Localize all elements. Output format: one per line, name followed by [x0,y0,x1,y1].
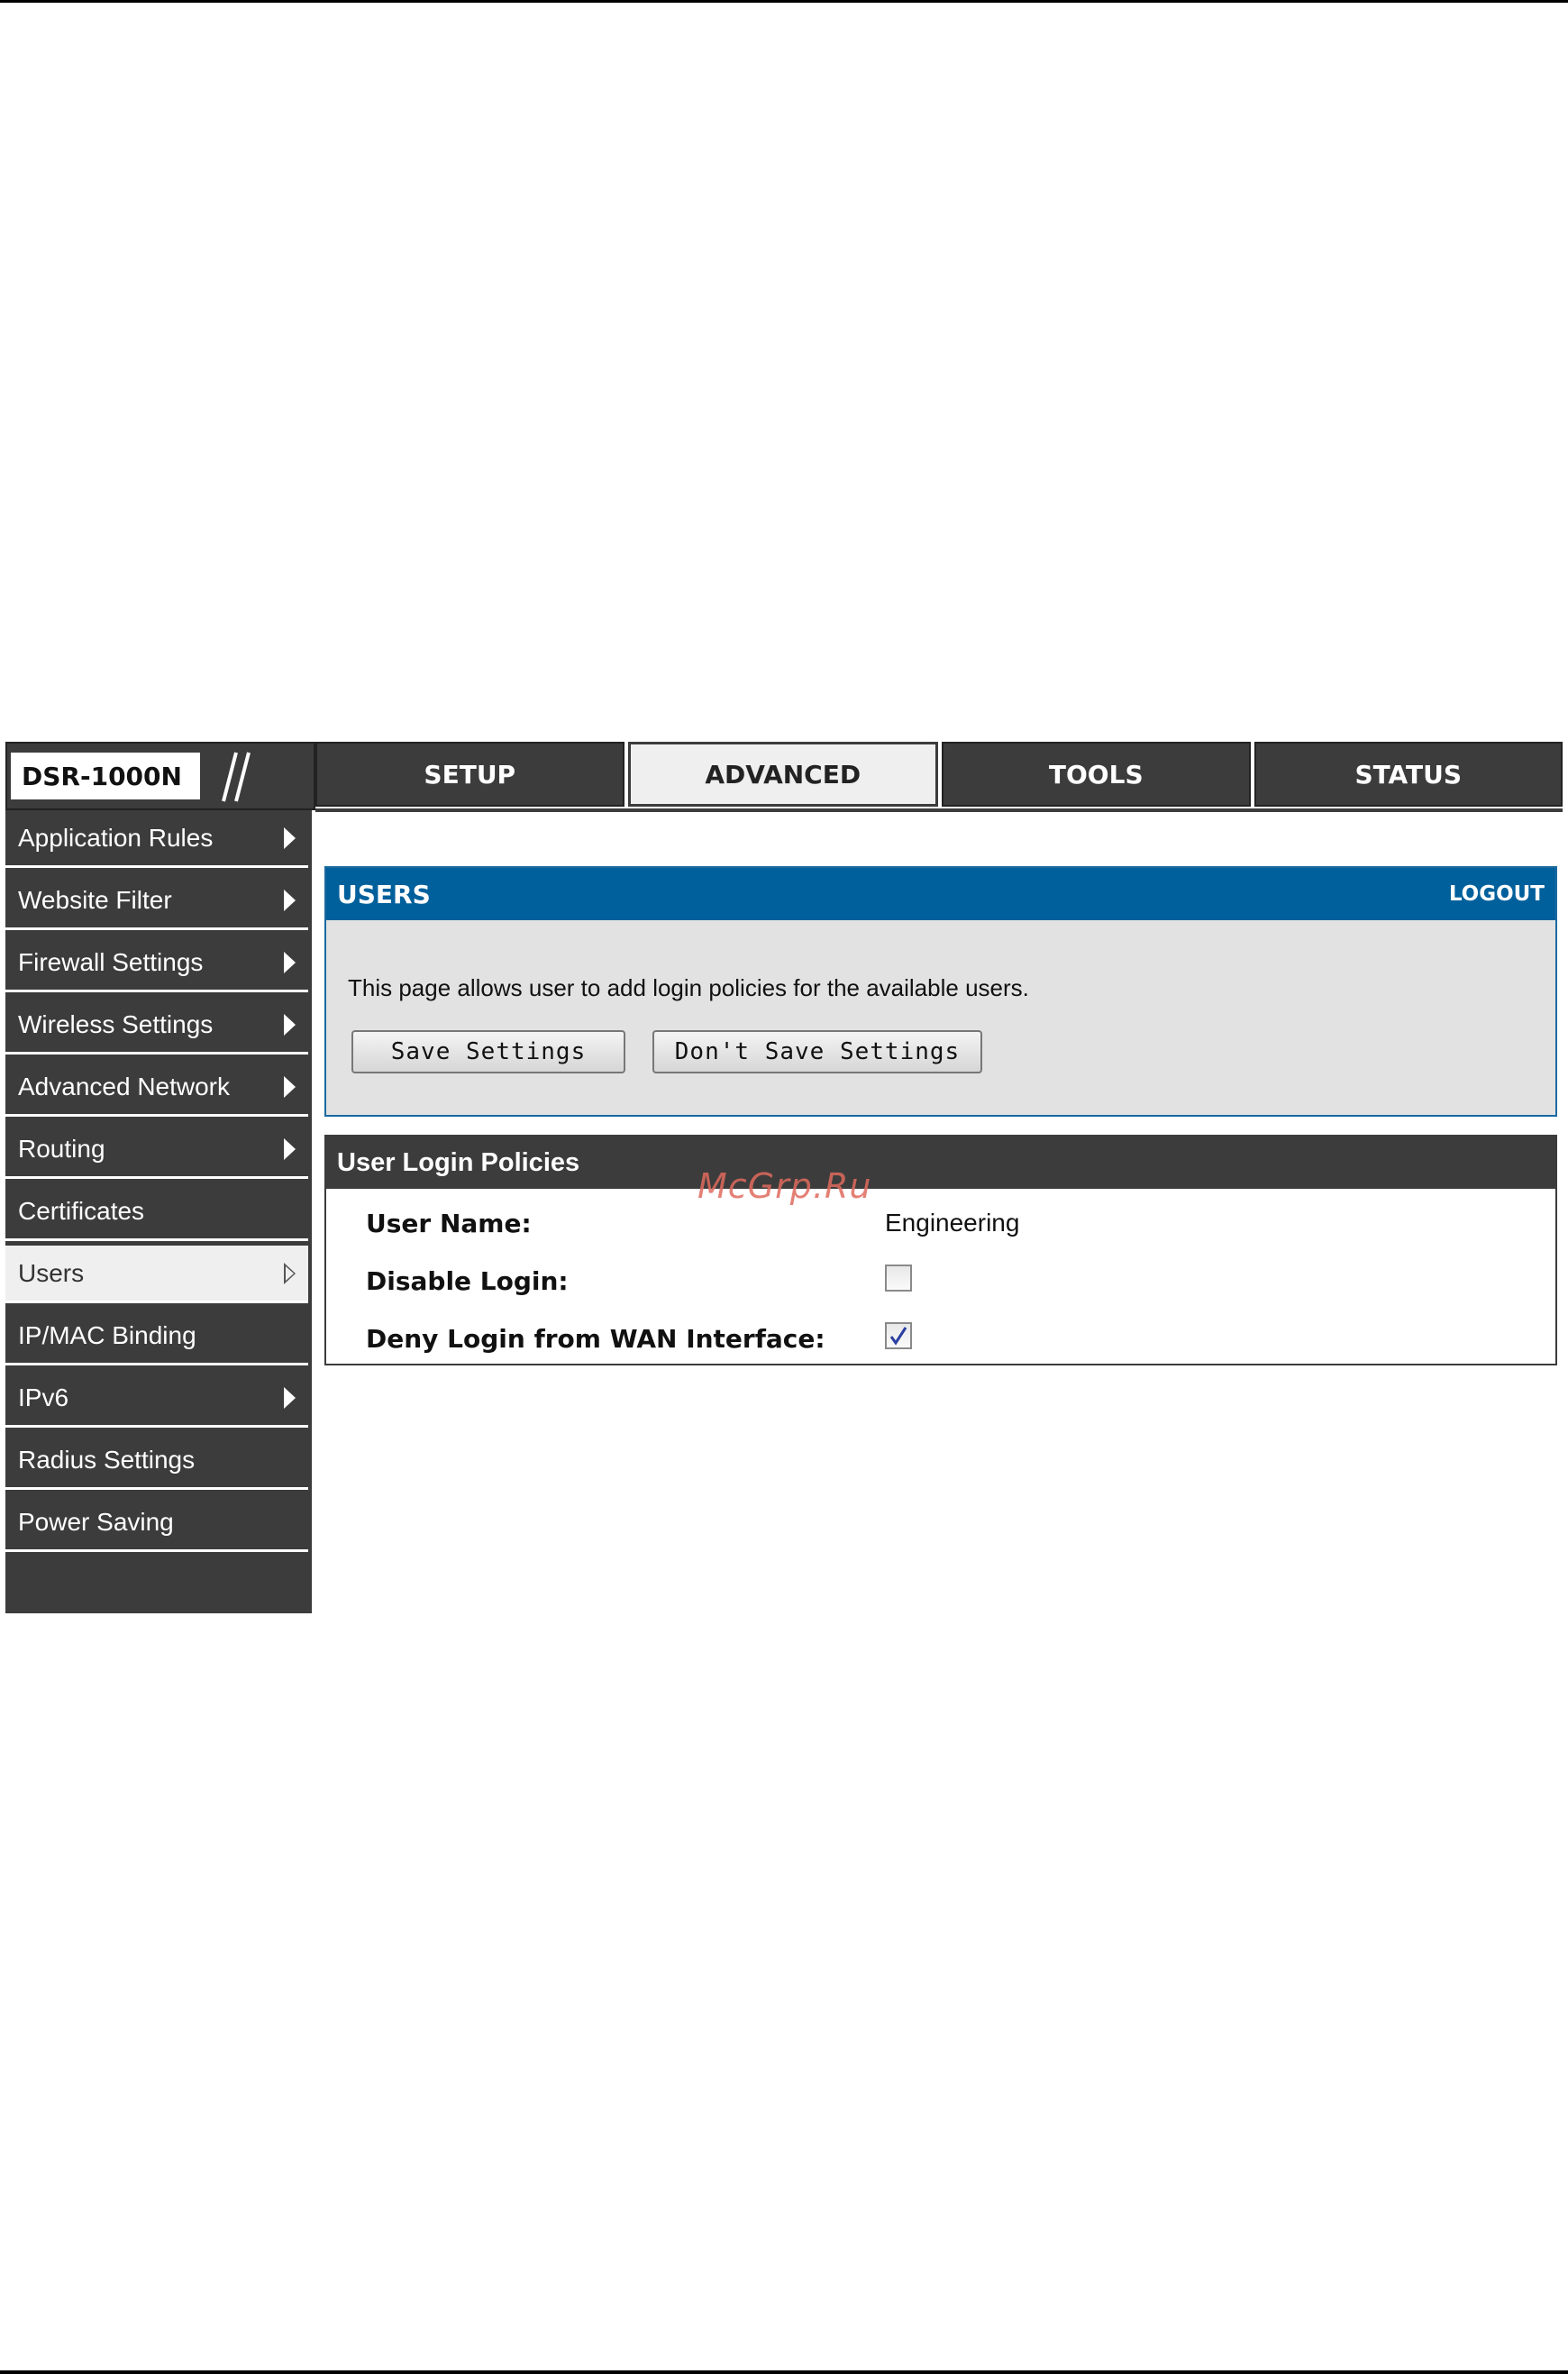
login-policies-header: User Login Policies [326,1137,1555,1189]
watermark-text: McGrp.Ru [697,1166,872,1206]
user-name-row: User Name: [366,1205,532,1241]
sidebar-item-label: IP/MAC Binding [18,1320,196,1349]
page-description: This page allows user to add login polic… [348,974,1029,1001]
sidebar-item-application-rules[interactable]: Application Rules [5,810,308,868]
sidebar-item-label: Certificates [18,1196,145,1225]
arrow-right-icon [284,1386,296,1409]
disable-login-checkbox[interactable] [885,1265,912,1292]
sidebar-item-label: Advanced Network [18,1072,231,1100]
sidebar-item-power-saving[interactable]: Power Saving [5,1494,308,1552]
sidebar-item-website-filter[interactable]: Website Filter [5,872,308,930]
arrow-right-icon [284,826,296,849]
login-policies-panel: User Login Policies User Name: Engineeri… [324,1135,1557,1365]
deny-wan-label: Deny Login from WAN Interface: [366,1323,825,1354]
device-model: DSR-1000N [11,753,200,799]
disable-login-row: Disable Login: [366,1263,569,1299]
sidebar-item-label: Application Rules [18,823,214,852]
sidebar-item-users[interactable]: Users [5,1246,308,1303]
tab-setup[interactable]: SETUP [315,742,624,807]
sidebar-item-ip-mac-binding[interactable]: IP/MAC Binding [5,1308,308,1365]
sidebar-item-label: Firewall Settings [18,947,204,976]
sidebar-item-routing[interactable]: Routing [5,1121,308,1179]
tab-advanced[interactable]: ADVANCED [627,742,938,807]
logo-slashes-icon [222,752,251,802]
arrow-right-icon [284,1013,296,1036]
sidebar-item-advanced-network[interactable]: Advanced Network [5,1059,308,1117]
top-navigation: DSR-1000N SETUP ADVANCED TOOLS STATUS [5,742,1563,810]
disable-login-label: Disable Login: [366,1265,569,1296]
checkmark-icon [889,1327,907,1346]
user-name-label: User Name: [366,1208,532,1238]
tab-status[interactable]: STATUS [1253,742,1563,807]
sidebar-item-radius-settings[interactable]: Radius Settings [5,1432,308,1490]
main-tabs: SETUP ADVANCED TOOLS STATUS [315,742,1563,807]
page-bottom-rule [0,2370,1568,2374]
sidebar: Application Rules Website Filter Firewal… [5,810,312,1613]
users-panel-header: USERS LOGOUT [326,868,1555,920]
sidebar-item-label: Users [18,1258,85,1287]
sidebar-item-label: IPv6 [18,1383,69,1411]
deny-wan-row: Deny Login from WAN Interface: [366,1320,825,1356]
sidebar-item-label: Website Filter [18,885,172,914]
tab-underline [315,808,1563,812]
arrow-right-icon [284,951,296,973]
deny-wan-checkbox[interactable] [885,1322,912,1349]
dont-save-settings-button[interactable]: Don't Save Settings [652,1030,982,1073]
tab-tools[interactable]: TOOLS [942,742,1251,807]
sidebar-item-wireless-settings[interactable]: Wireless Settings [5,997,308,1055]
arrow-right-icon [284,1075,296,1098]
user-name-value: Engineering [885,1209,1020,1237]
sidebar-item-label: Wireless Settings [18,1009,214,1038]
sidebar-item-firewall-settings[interactable]: Firewall Settings [5,935,308,992]
arrow-right-icon [284,1137,296,1160]
arrow-right-outline-icon [284,1262,296,1284]
save-settings-button[interactable]: Save Settings [351,1030,625,1073]
logout-link[interactable]: LOGOUT [1449,882,1545,906]
arrow-right-icon [284,889,296,911]
sidebar-item-label: Power Saving [18,1507,174,1536]
page-title: USERS [337,879,431,909]
device-logo: DSR-1000N [5,742,315,810]
sidebar-item-label: Routing [18,1134,105,1163]
sidebar-item-certificates[interactable]: Certificates [5,1183,308,1241]
sidebar-item-ipv6[interactable]: IPv6 [5,1370,308,1428]
users-panel: USERS LOGOUT This page allows user to ad… [324,866,1557,1117]
page-top-rule [0,0,1568,3]
sidebar-item-label: Radius Settings [18,1445,196,1474]
